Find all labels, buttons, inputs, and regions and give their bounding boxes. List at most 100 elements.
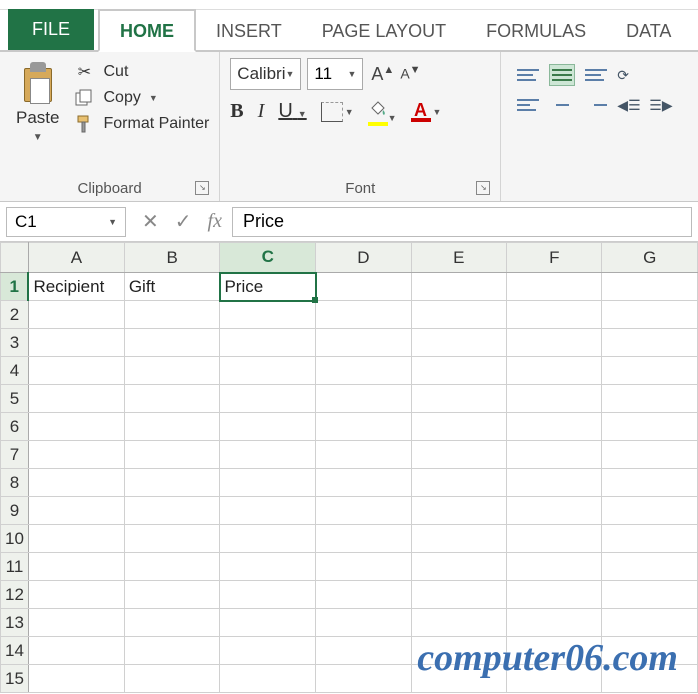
cell-G4[interactable] — [602, 357, 698, 385]
cell-A13[interactable] — [28, 609, 124, 637]
cell-D1[interactable] — [316, 273, 411, 301]
row-header-5[interactable]: 5 — [1, 385, 29, 413]
cell-G8[interactable] — [602, 469, 698, 497]
format-painter-button[interactable]: Format Painter — [73, 114, 209, 134]
cell-F5[interactable] — [507, 385, 602, 413]
cell-A5[interactable] — [28, 385, 124, 413]
cell-B11[interactable] — [124, 553, 220, 581]
tab-formulas[interactable]: FORMULAS — [466, 11, 606, 50]
column-header-D[interactable]: D — [316, 243, 411, 273]
cell-A9[interactable] — [28, 497, 124, 525]
cell-F3[interactable] — [507, 329, 602, 357]
cell-B5[interactable] — [124, 385, 220, 413]
row-header-12[interactable]: 12 — [1, 581, 29, 609]
row-header-2[interactable]: 2 — [1, 301, 29, 329]
tab-insert[interactable]: INSERT — [196, 11, 302, 50]
cell-D14[interactable] — [316, 637, 411, 665]
column-header-E[interactable]: E — [411, 243, 506, 273]
cell-B13[interactable] — [124, 609, 220, 637]
cell-D6[interactable] — [316, 413, 411, 441]
tab-file[interactable]: FILE — [8, 9, 94, 50]
cell-C13[interactable] — [220, 609, 316, 637]
cell-D3[interactable] — [316, 329, 411, 357]
cell-F1[interactable] — [507, 273, 602, 301]
cell-C6[interactable] — [220, 413, 316, 441]
orientation-button[interactable]: ⟳ — [617, 65, 641, 85]
cell-C9[interactable] — [220, 497, 316, 525]
cell-A11[interactable] — [28, 553, 124, 581]
italic-button[interactable]: I — [258, 100, 265, 123]
cell-B6[interactable] — [124, 413, 220, 441]
align-top-button[interactable] — [515, 64, 541, 86]
copy-button[interactable]: Copy ▼ — [73, 88, 209, 108]
align-middle-button[interactable] — [549, 64, 575, 86]
row-header-7[interactable]: 7 — [1, 441, 29, 469]
tab-page-layout[interactable]: PAGE LAYOUT — [302, 11, 466, 50]
font-name-select[interactable]: Calibri ▼ — [230, 58, 301, 90]
cell-C1[interactable]: Price — [220, 273, 316, 301]
cell-F7[interactable] — [507, 441, 602, 469]
cell-D2[interactable] — [316, 301, 411, 329]
cell-C8[interactable] — [220, 469, 316, 497]
align-right-button[interactable] — [583, 94, 609, 116]
cell-A14[interactable] — [28, 637, 124, 665]
column-header-G[interactable]: G — [602, 243, 698, 273]
row-header-13[interactable]: 13 — [1, 609, 29, 637]
cell-E3[interactable] — [411, 329, 506, 357]
cell-D11[interactable] — [316, 553, 411, 581]
name-box[interactable]: C1 ▼ — [6, 207, 126, 237]
cell-G9[interactable] — [602, 497, 698, 525]
cell-E2[interactable] — [411, 301, 506, 329]
cell-B15[interactable] — [124, 665, 220, 693]
cell-F6[interactable] — [507, 413, 602, 441]
row-header-1[interactable]: 1 — [1, 273, 29, 301]
cell-D12[interactable] — [316, 581, 411, 609]
cell-G6[interactable] — [602, 413, 698, 441]
cell-F9[interactable] — [507, 497, 602, 525]
row-header-4[interactable]: 4 — [1, 357, 29, 385]
cell-D13[interactable] — [316, 609, 411, 637]
column-header-B[interactable]: B — [124, 243, 220, 273]
tab-home[interactable]: HOME — [98, 9, 196, 52]
cell-D4[interactable] — [316, 357, 411, 385]
cancel-formula-button[interactable]: ✕ — [142, 209, 159, 234]
row-header-15[interactable]: 15 — [1, 665, 29, 693]
clipboard-launcher[interactable]: ↘ — [195, 181, 209, 195]
cell-E13[interactable] — [411, 609, 506, 637]
row-header-6[interactable]: 6 — [1, 413, 29, 441]
cell-A2[interactable] — [28, 301, 124, 329]
cut-button[interactable]: ✂ Cut — [73, 62, 209, 82]
cell-B8[interactable] — [124, 469, 220, 497]
cell-B4[interactable] — [124, 357, 220, 385]
cell-A6[interactable] — [28, 413, 124, 441]
cell-B7[interactable] — [124, 441, 220, 469]
cell-A4[interactable] — [28, 357, 124, 385]
cell-G1[interactable] — [602, 273, 698, 301]
cell-C12[interactable] — [220, 581, 316, 609]
fill-color-button[interactable]: ▼ — [368, 100, 397, 123]
paste-button[interactable]: Paste ▼ — [10, 58, 65, 147]
row-header-8[interactable]: 8 — [1, 469, 29, 497]
cell-E11[interactable] — [411, 553, 506, 581]
cell-C11[interactable] — [220, 553, 316, 581]
cell-B2[interactable] — [124, 301, 220, 329]
cell-D8[interactable] — [316, 469, 411, 497]
cell-B1[interactable]: Gift — [124, 273, 220, 301]
row-header-14[interactable]: 14 — [1, 637, 29, 665]
cell-F13[interactable] — [507, 609, 602, 637]
cell-A7[interactable] — [28, 441, 124, 469]
cell-C5[interactable] — [220, 385, 316, 413]
cell-C14[interactable] — [220, 637, 316, 665]
formula-bar-input[interactable]: Price — [232, 207, 692, 237]
cell-B12[interactable] — [124, 581, 220, 609]
cell-B10[interactable] — [124, 525, 220, 553]
increase-indent-button[interactable]: ☰▶ — [649, 95, 673, 115]
borders-button[interactable] — [321, 102, 343, 122]
cell-A8[interactable] — [28, 469, 124, 497]
cell-G3[interactable] — [602, 329, 698, 357]
cell-B14[interactable] — [124, 637, 220, 665]
underline-button[interactable]: U ▼ — [278, 100, 306, 123]
cell-A1[interactable]: Recipient — [28, 273, 124, 301]
cell-F11[interactable] — [507, 553, 602, 581]
cell-G10[interactable] — [602, 525, 698, 553]
